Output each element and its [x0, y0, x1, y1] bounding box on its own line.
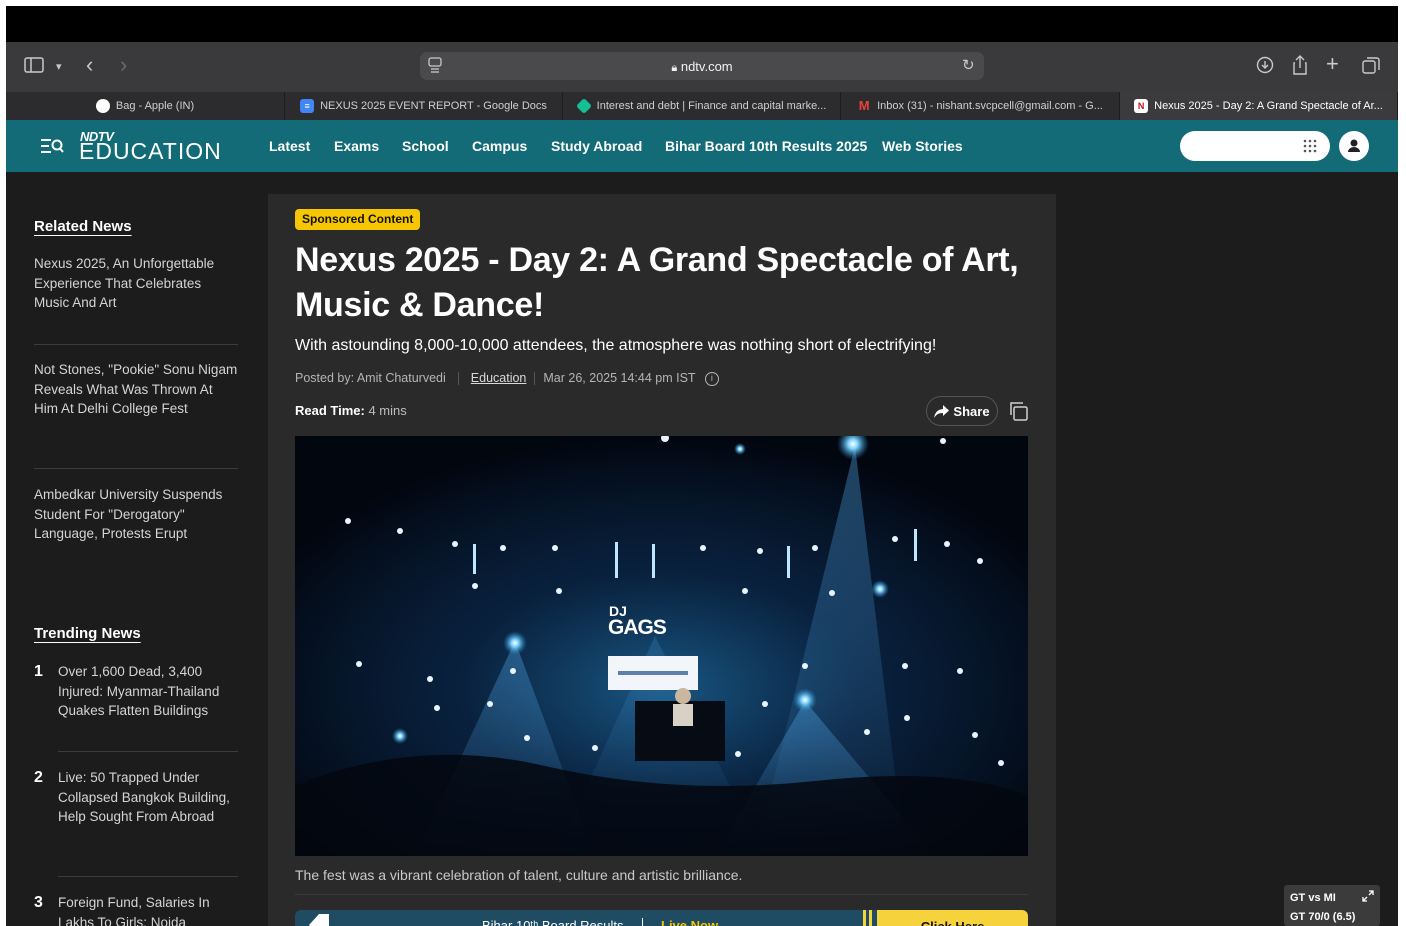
bihar-results-banner[interactable]: Bihar 10ᵗʰ Board Results Live Now Click …: [295, 910, 1028, 926]
user-avatar[interactable]: [1339, 131, 1369, 161]
google-docs-icon: ≡: [300, 99, 315, 113]
reload-icon[interactable]: ↻: [962, 56, 975, 76]
click-here-button[interactable]: Click Here: [877, 910, 1028, 926]
hero-image: DJ GAGS: [295, 436, 1028, 856]
site-header: NDTV EDUCATION Latest Exams School Campu…: [6, 120, 1398, 172]
divider: [642, 918, 643, 926]
forward-icon[interactable]: ›: [120, 54, 127, 76]
related-news-item[interactable]: Ambedkar University Suspends Student For…: [34, 485, 240, 544]
divider: [34, 468, 238, 469]
trending-news-item[interactable]: Foreign Fund, Salaries In Lakhs To Girls…: [58, 893, 240, 926]
nav-latest[interactable]: Latest: [269, 138, 310, 154]
match-score: GT 70/0 (6.5): [1290, 911, 1356, 923]
page-content: Related News Nexus 2025, An Unforgettabl…: [6, 172, 1398, 926]
tab-bar: Bag - Apple (IN) ≡ NEXUS 2025 EVENT REPO…: [6, 92, 1398, 120]
divider: [58, 876, 238, 877]
live-score-widget[interactable]: GT vs MI GT 70/0 (6.5): [1284, 885, 1380, 926]
nav-campus[interactable]: Campus: [472, 138, 527, 154]
nav-web-stories[interactable]: Web Stories: [882, 138, 963, 154]
trending-rank: 1: [34, 663, 43, 680]
related-news-heading: Related News: [34, 218, 132, 235]
nav-school[interactable]: School: [402, 138, 449, 154]
tab-google-docs[interactable]: ≡ NEXUS 2025 EVENT REPORT - Google Docs: [285, 92, 563, 120]
tab-ndtv-active[interactable]: N Nexus 2025 - Day 2: A Grand Spectacle …: [1120, 92, 1398, 120]
divider: [295, 894, 1028, 895]
ndtv-icon: N: [1134, 99, 1149, 113]
user-icon: [1348, 139, 1360, 152]
article: Sponsored Content Nexus 2025 - Day 2: A …: [268, 194, 1056, 926]
nav-study-abroad[interactable]: Study Abroad: [551, 138, 642, 154]
apps-grid-icon[interactable]: [1302, 138, 1318, 159]
browser-window: ▾ ‹ › 🔒︎ ndtv.com ↻ + Bag - Apple (IN) ≡…: [6, 6, 1398, 926]
banner-stripe: [863, 910, 866, 926]
divider: [34, 344, 238, 345]
article-subtitle: With astounding 8,000-10,000 attendees, …: [295, 337, 937, 354]
trending-news-item[interactable]: Over 1,600 Dead, 3,400 Injured: Myanmar-…: [58, 662, 240, 721]
trending-news-heading: Trending News: [34, 625, 141, 642]
trending-news-item[interactable]: Live: 50 Trapped Under Collapsed Bangkok…: [58, 768, 240, 827]
tab-apple-bag[interactable]: Bag - Apple (IN): [6, 92, 285, 120]
share-arrow-icon: [934, 404, 950, 418]
match-title: GT vs MI: [1290, 892, 1336, 904]
tab-gmail[interactable]: M Inbox (31) - nishant.svcpcell@gmail.co…: [841, 92, 1120, 120]
expand-icon[interactable]: [1362, 889, 1374, 907]
divider: [534, 372, 536, 386]
banner-title: Bihar 10ᵗʰ Board Results: [482, 918, 624, 926]
browser-toolbar: ▾ ‹ › 🔒︎ ndtv.com ↻ +: [6, 42, 1398, 92]
trending-rank: 2: [34, 769, 43, 786]
address-bar[interactable]: 🔒︎ ndtv.com ↻: [420, 52, 984, 80]
pencil-icon: [309, 914, 329, 926]
author: Posted by: Amit Chaturvedi: [295, 371, 446, 385]
share-sheet-icon[interactable]: [1292, 55, 1308, 79]
nav-exams[interactable]: Exams: [334, 138, 379, 154]
gmail-icon: M: [858, 98, 870, 113]
tab-overview-icon[interactable]: [1362, 57, 1380, 79]
download-icon[interactable]: [1256, 56, 1274, 78]
info-icon[interactable]: i: [704, 371, 719, 386]
banner-stripe: [869, 910, 872, 926]
apple-icon: [95, 99, 110, 113]
stage-text-gags: GAGS: [608, 616, 667, 639]
sponsored-badge: Sponsored Content: [295, 209, 421, 230]
divider: [58, 751, 238, 752]
nav-bihar-board[interactable]: Bihar Board 10th Results 2025: [665, 138, 867, 154]
new-tab-icon[interactable]: +: [1326, 53, 1339, 75]
article-meta: Posted by: Amit Chaturvedi Education Mar 2…: [295, 371, 719, 386]
image-caption: The fest was a vibrant celebration of ta…: [295, 867, 743, 883]
menu-icon[interactable]: [40, 136, 64, 161]
related-news-item[interactable]: Not Stones, "Pookie" Sonu Nigam Reveals …: [34, 360, 240, 419]
share-button[interactable]: Share: [926, 396, 998, 426]
related-news-item[interactable]: Nexus 2025, An Unforgettable Experience …: [34, 254, 240, 313]
category-link[interactable]: Education: [471, 371, 527, 385]
publish-date: Mar 26, 2025 14:44 pm IST: [543, 371, 696, 385]
read-time: Read Time: 4 mins: [295, 403, 407, 418]
live-now-label: Live Now: [661, 918, 719, 926]
concert-stage-photo: DJ GAGS: [295, 436, 1028, 856]
tab-khan-academy[interactable]: Interest and debt | Finance and capital …: [563, 92, 841, 120]
chevron-down-icon[interactable]: ▾: [56, 57, 62, 77]
khan-academy-icon: [575, 98, 592, 114]
article-title: Nexus 2025 - Day 2: A Grand Spectacle of…: [295, 241, 1019, 324]
sidebar-toggle-icon[interactable]: [24, 57, 44, 77]
copy-link-icon[interactable]: [1008, 400, 1030, 422]
url-text: 🔒︎ ndtv.com: [671, 59, 733, 74]
divider: [457, 372, 459, 386]
trending-rank: 3: [34, 894, 43, 911]
lock-icon: 🔒︎: [671, 62, 678, 74]
back-icon[interactable]: ‹: [86, 54, 93, 76]
